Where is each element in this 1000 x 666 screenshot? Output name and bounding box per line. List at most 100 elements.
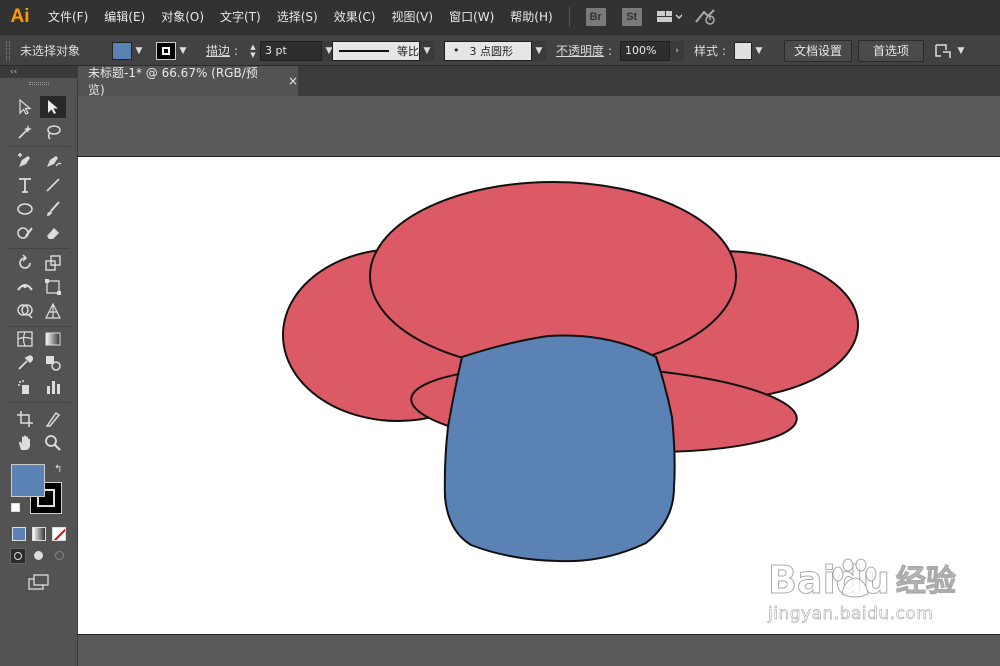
- direct-selection-tool-icon[interactable]: [40, 96, 66, 118]
- symbol-sprayer-tool-icon[interactable]: [12, 376, 38, 398]
- preferences-button[interactable]: 首选项: [858, 39, 924, 62]
- document-tab-title: 未标题-1* @ 66.67% (RGB/预览): [88, 66, 258, 97]
- draw-normal-icon[interactable]: [10, 548, 26, 564]
- menu-edit[interactable]: 编辑(E): [96, 0, 153, 34]
- type-tool-icon[interactable]: [12, 174, 38, 196]
- ellipse-tool-icon[interactable]: [12, 198, 38, 220]
- opacity-label[interactable]: 不透明度: [556, 35, 604, 66]
- lasso-tool-icon[interactable]: [40, 121, 66, 143]
- draw-behind-icon[interactable]: [31, 548, 47, 564]
- menu-effect[interactable]: 效果(C): [326, 0, 384, 34]
- tools-divider: [8, 248, 70, 249]
- brush-definition[interactable]: • 3 点圆形 ▼: [444, 35, 546, 66]
- rotate-tool-icon[interactable]: [12, 252, 38, 274]
- opacity-field[interactable]: 100% ›: [620, 35, 684, 66]
- tools-divider: [8, 326, 70, 327]
- draw-inside-icon[interactable]: [52, 548, 68, 564]
- color-mode-icon[interactable]: [12, 527, 26, 541]
- eraser-tool-icon[interactable]: [40, 222, 66, 244]
- stroke-swatch-control[interactable]: ▼: [156, 35, 190, 66]
- panel-grip: [0, 78, 77, 88]
- document-setup-button[interactable]: 文档设置: [784, 39, 852, 62]
- chevron-down-icon[interactable]: ▼: [532, 40, 546, 61]
- paintbrush-tool-icon[interactable]: [40, 198, 66, 220]
- document-tab-bar: 未标题-1* @ 66.67% (RGB/预览) ×: [78, 66, 1000, 97]
- default-colors-icon[interactable]: [11, 503, 20, 512]
- mesh-tool-icon[interactable]: [12, 328, 38, 350]
- stem-shape[interactable]: [443, 334, 676, 563]
- chevron-down-icon[interactable]: ▼: [954, 42, 968, 60]
- menu-help[interactable]: 帮助(H): [502, 0, 560, 34]
- stroke-label[interactable]: 描边: [206, 35, 230, 66]
- app-logo: Ai: [10, 6, 30, 27]
- brush-label: 3 点圆形: [469, 44, 514, 58]
- shape-builder-tool-icon[interactable]: [12, 300, 38, 322]
- chevron-down-icon[interactable]: ▼: [132, 42, 146, 60]
- screen-mode-icon[interactable]: [28, 574, 50, 593]
- chevron-down-icon[interactable]: ▼: [752, 42, 766, 60]
- perspective-grid-tool-icon[interactable]: [40, 300, 66, 322]
- fill-color-box[interactable]: [11, 464, 45, 497]
- slice-tool-icon[interactable]: [40, 408, 66, 430]
- line-segment-tool-icon[interactable]: [40, 174, 66, 196]
- panel-collapse-button[interactable]: ‹‹: [0, 66, 77, 78]
- blend-tool-icon[interactable]: [40, 352, 66, 374]
- paw-logo-icon: [828, 558, 882, 603]
- variable-width-profile[interactable]: 等比 ▼: [332, 35, 434, 66]
- swap-colors-icon[interactable]: ↰: [54, 464, 62, 475]
- style-swatch[interactable]: [734, 41, 752, 60]
- prefs-wrap: 首选项: [858, 35, 924, 66]
- hand-tool-icon[interactable]: [12, 432, 38, 454]
- eyedropper-tool-icon[interactable]: [12, 352, 38, 374]
- fill-color-swatch[interactable]: [112, 41, 132, 60]
- none-mode-icon[interactable]: [52, 527, 66, 541]
- curvature-tool-icon[interactable]: [40, 150, 66, 172]
- menu-view[interactable]: 视图(V): [383, 0, 441, 34]
- stock-button[interactable]: St: [621, 8, 642, 26]
- profile-line-icon: [339, 49, 389, 52]
- artboard-tool-icon[interactable]: [12, 408, 38, 430]
- workspace-layout-icon[interactable]: [656, 10, 682, 24]
- gpu-performance-icon[interactable]: [694, 8, 718, 26]
- gradient-tool-icon[interactable]: [40, 328, 66, 350]
- width-tool-icon[interactable]: [12, 276, 38, 298]
- document-tab[interactable]: 未标题-1* @ 66.67% (RGB/预览) ×: [78, 66, 298, 97]
- bridge-button[interactable]: Br: [585, 8, 606, 26]
- menu-object[interactable]: 对象(O): [153, 0, 212, 34]
- control-grip: [6, 35, 10, 66]
- magic-wand-tool-icon[interactable]: [12, 121, 38, 143]
- arrange-documents[interactable]: ▼: [934, 35, 968, 66]
- chevron-down-icon[interactable]: ▼: [420, 40, 434, 61]
- menu-bar: Ai 文件(F) 编辑(E) 对象(O) 文字(T) 选择(S) 效果(C) 视…: [0, 0, 1000, 34]
- chevron-down-icon[interactable]: ▼: [176, 42, 190, 60]
- stroke-weight-input[interactable]: 3 pt: [260, 40, 322, 61]
- menu-type[interactable]: 文字(T): [212, 0, 269, 34]
- menu-divider: [568, 7, 570, 27]
- free-transform-tool-icon[interactable]: [40, 276, 66, 298]
- pen-tool-icon[interactable]: [12, 150, 38, 172]
- opacity-input[interactable]: 100%: [620, 40, 670, 61]
- menu-select[interactable]: 选择(S): [269, 0, 326, 34]
- stroke-weight-field[interactable]: ▲ ▼ 3 pt ▼: [246, 35, 336, 66]
- watermark-url: jingyan.baidu.com: [768, 604, 934, 625]
- doc-setup-wrap: 文档设置: [784, 35, 852, 66]
- menu-file[interactable]: 文件(F): [40, 0, 96, 34]
- stepper-arrows-icon[interactable]: ▲ ▼: [246, 41, 260, 61]
- scale-tool-icon[interactable]: [40, 252, 66, 274]
- illustrator-window: Ai 文件(F) 编辑(E) 对象(O) 文字(T) 选择(S) 效果(C) 视…: [0, 0, 1000, 666]
- stroke-colon: :: [234, 43, 239, 58]
- close-icon[interactable]: ×: [288, 74, 298, 88]
- watermark-brand-cn: 经验: [895, 564, 956, 600]
- column-graph-tool-icon[interactable]: [40, 376, 66, 398]
- gradient-mode-icon[interactable]: [32, 527, 46, 541]
- fill-swatch-control[interactable]: ▼: [112, 35, 146, 66]
- chevron-right-icon[interactable]: ›: [670, 40, 684, 61]
- stroke-color-swatch[interactable]: [156, 41, 176, 60]
- zoom-tool-icon[interactable]: [40, 432, 66, 454]
- shaper-tool-icon[interactable]: [12, 222, 38, 244]
- graphic-style-picker[interactable]: ▼: [734, 35, 766, 66]
- selection-tool-icon[interactable]: [12, 96, 38, 118]
- menu-window[interactable]: 窗口(W): [441, 0, 502, 34]
- tools-divider: [8, 402, 70, 403]
- arrange-icon[interactable]: [934, 42, 954, 60]
